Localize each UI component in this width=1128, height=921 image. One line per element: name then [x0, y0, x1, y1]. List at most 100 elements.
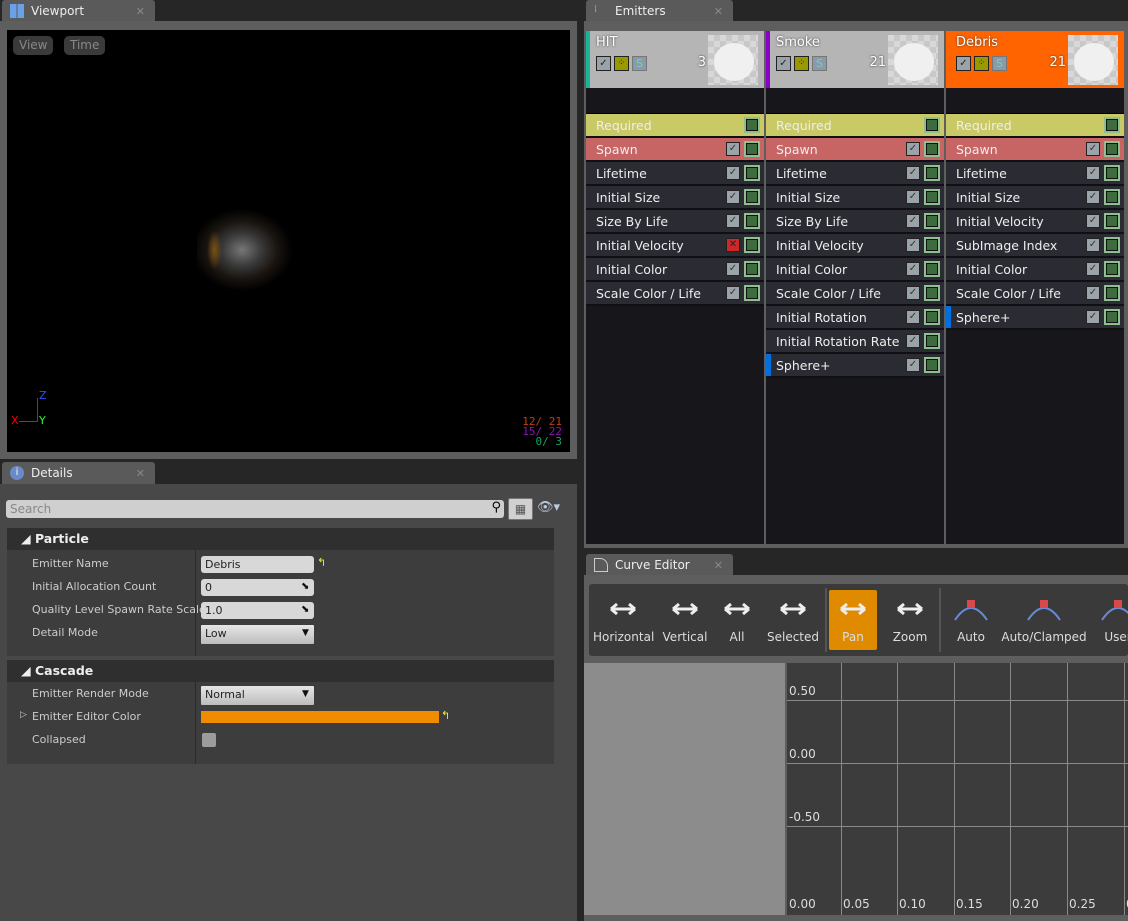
all-button[interactable]: All [715, 590, 759, 650]
module-enable-checkbox[interactable]: ✓ [906, 286, 920, 300]
module-initial-color[interactable]: Initial Color ✓ [946, 258, 1124, 282]
module-enable-checkbox[interactable]: ✓ [906, 358, 920, 372]
vertical-button[interactable]: Vertical [659, 590, 711, 650]
module-size-by-life[interactable]: Size By Life ✓ [586, 210, 764, 234]
module-initial-size[interactable]: Initial Size ✓ [946, 186, 1124, 210]
module-enable-checkbox[interactable]: ✓ [726, 286, 740, 300]
curve-graph[interactable]: 0.500.00-0.500.000.050.100.150.200.250.3… [787, 663, 1128, 915]
pan-button[interactable]: Pan [829, 590, 877, 650]
curve-graph-icon[interactable] [744, 117, 760, 133]
module-spawn[interactable]: Spawn ✓ [766, 138, 944, 162]
user-button[interactable]: User [1093, 590, 1128, 650]
curve-graph-icon[interactable] [1104, 141, 1120, 157]
viewport-canvas[interactable]: View Time Z X Y 12/ 21 15/ 22 0/ 3 [7, 30, 570, 452]
module-initial-color[interactable]: Initial Color ✓ [766, 258, 944, 282]
auto-clamped-button[interactable]: Auto/Clamped [1001, 590, 1087, 650]
module-enable-checkbox[interactable]: ✓ [906, 310, 920, 324]
curve-graph-icon[interactable] [924, 189, 940, 205]
emitter-header[interactable]: HIT ✓ ⁘ S 3 [586, 31, 764, 88]
collapsed-checkbox[interactable] [202, 733, 216, 747]
render-mode-icon[interactable]: ⁘ [614, 56, 629, 71]
curve-graph-icon[interactable] [1104, 237, 1120, 253]
module-initial-velocity[interactable]: Initial Velocity ✓ [766, 234, 944, 258]
initial-allocation-input[interactable]: 0 [201, 579, 314, 596]
module-enable-checkbox[interactable]: ✓ [1086, 238, 1100, 252]
module-spawn[interactable]: Spawn ✓ [586, 138, 764, 162]
close-icon[interactable]: ✕ [714, 559, 723, 572]
render-mode-icon[interactable]: ⁘ [794, 56, 809, 71]
curve-graph-icon[interactable] [1104, 309, 1120, 325]
close-icon[interactable]: ✕ [136, 467, 145, 480]
curve-graph-icon[interactable] [744, 237, 760, 253]
curve-graph-icon[interactable] [924, 333, 940, 349]
enable-checkbox[interactable]: ✓ [956, 56, 971, 71]
module-initial-size[interactable]: Initial Size ✓ [766, 186, 944, 210]
curve-graph-icon[interactable] [924, 213, 940, 229]
render-mode-dropdown[interactable]: Normal [201, 686, 314, 705]
module-scale-color-life[interactable]: Scale Color / Life ✓ [586, 282, 764, 306]
curve-graph-icon[interactable] [924, 357, 940, 373]
module-sphere-[interactable]: Sphere+ ✓ [946, 306, 1124, 330]
module-enable-checkbox[interactable]: ✓ [906, 190, 920, 204]
curve-graph-icon[interactable] [744, 141, 760, 157]
module-initial-size[interactable]: Initial Size ✓ [586, 186, 764, 210]
curve-graph-icon[interactable] [744, 189, 760, 205]
module-enable-checkbox[interactable]: ✓ [906, 262, 920, 276]
module-enable-checkbox[interactable]: ✓ [1086, 310, 1100, 324]
module-enable-checkbox[interactable]: ✓ [906, 238, 920, 252]
expand-arrow-icon[interactable]: ▷ [20, 710, 27, 720]
module-subimage-index[interactable]: SubImage Index ✓ [946, 234, 1124, 258]
module-enable-checkbox[interactable]: ✓ [906, 334, 920, 348]
spin-drag-icon[interactable]: ⬊ [301, 604, 309, 615]
search-input[interactable]: Search ⚲ [6, 500, 504, 518]
module-initial-velocity[interactable]: Initial Velocity ✓ [946, 210, 1124, 234]
view-button[interactable]: View [13, 36, 54, 55]
curve-graph-icon[interactable] [1104, 285, 1120, 301]
curve-graph-icon[interactable] [924, 165, 940, 181]
emitter-header[interactable]: Debris ✓ ⁘ S 21 [946, 31, 1124, 88]
module-enable-checkbox[interactable]: ✓ [1086, 166, 1100, 180]
detail-mode-dropdown[interactable]: Low [201, 625, 314, 644]
module-size-by-life[interactable]: Size By Life ✓ [766, 210, 944, 234]
module-required[interactable]: Required [946, 114, 1124, 138]
curve-graph-icon[interactable] [744, 165, 760, 181]
auto-button[interactable]: Auto [947, 590, 995, 650]
curve-graph-icon[interactable] [744, 213, 760, 229]
selected-button[interactable]: Selected [765, 590, 821, 650]
module-lifetime[interactable]: Lifetime ✓ [586, 162, 764, 186]
module-required[interactable]: Required [766, 114, 944, 138]
tab-details[interactable]: i Details ✕ [2, 462, 155, 484]
curve-graph-icon[interactable] [744, 261, 760, 277]
module-required[interactable]: Required [586, 114, 764, 138]
curve-graph-icon[interactable] [744, 285, 760, 301]
curve-graph-icon[interactable] [1104, 117, 1120, 133]
emitter-name-input[interactable]: Debris [201, 556, 314, 573]
curve-graph-icon[interactable] [1104, 261, 1120, 277]
module-enable-checkbox[interactable]: ✓ [906, 142, 920, 156]
enable-checkbox[interactable]: ✓ [776, 56, 791, 71]
module-enable-checkbox[interactable]: ✓ [1086, 190, 1100, 204]
solo-button[interactable]: S [812, 56, 827, 71]
curve-graph-icon[interactable] [924, 285, 940, 301]
quality-level-input[interactable]: 1.0 [201, 602, 314, 619]
curve-graph-icon[interactable] [1104, 213, 1120, 229]
curve-graph-icon[interactable] [924, 117, 940, 133]
curve-graph-icon[interactable] [1104, 189, 1120, 205]
reset-default-icon[interactable]: ↰ [317, 556, 326, 569]
module-scale-color-life[interactable]: Scale Color / Life ✓ [766, 282, 944, 306]
curve-graph-icon[interactable] [924, 141, 940, 157]
section-header[interactable]: ◢ Particle [7, 528, 554, 550]
enable-checkbox[interactable]: ✓ [596, 56, 611, 71]
module-spawn[interactable]: Spawn ✓ [946, 138, 1124, 162]
render-mode-icon[interactable]: ⁘ [974, 56, 989, 71]
module-enable-checkbox[interactable]: ✓ [726, 142, 740, 156]
module-enable-checkbox[interactable]: ✓ [906, 214, 920, 228]
module-lifetime[interactable]: Lifetime ✓ [766, 162, 944, 186]
curve-graph-icon[interactable] [924, 261, 940, 277]
horizontal-button[interactable]: Horizontal [593, 590, 654, 650]
tab-viewport[interactable]: Viewport ✕ [2, 0, 155, 22]
close-icon[interactable]: ✕ [136, 5, 145, 18]
reset-default-icon[interactable]: ↰ [441, 709, 450, 722]
module-enable-checkbox[interactable]: ✓ [726, 214, 740, 228]
module-enable-checkbox[interactable]: ✕ [726, 238, 740, 252]
